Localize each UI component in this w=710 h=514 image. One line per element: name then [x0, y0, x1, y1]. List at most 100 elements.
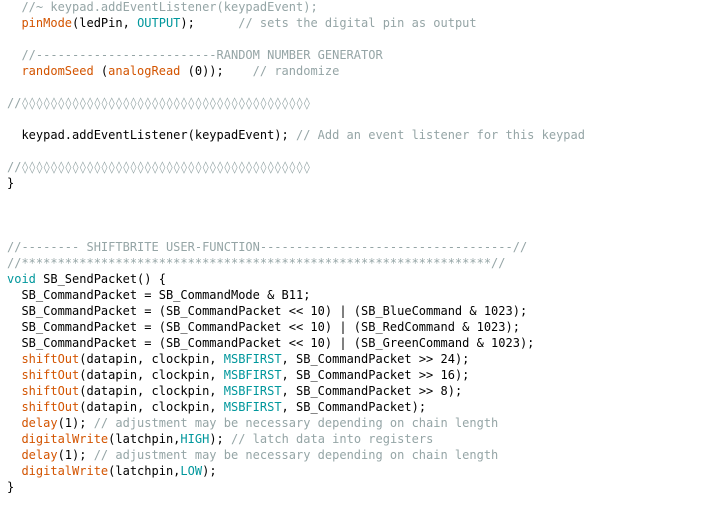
code-token-constant: MSBFIRST [223, 400, 282, 414]
code-token-comment: // sets the digital pin as output [238, 16, 477, 30]
code-token-plain: keypad.addEventListener(keypadEvent); [7, 128, 296, 142]
code-token-plain: (datapin, clockpin, [79, 352, 224, 366]
code-line: SB_CommandPacket = (SB_CommandPacket << … [7, 319, 585, 335]
code-line: //◊◊◊◊◊◊◊◊◊◊◊◊◊◊◊◊◊◊◊◊◊◊◊◊◊◊◊◊◊◊◊◊◊◊◊◊◊◊… [7, 95, 585, 111]
code-token-plain: (datapin, clockpin, [79, 368, 224, 382]
code-token-comment: // adjustment may be necessary depending… [93, 416, 499, 430]
code-token-plain: (datapin, clockpin, [79, 384, 224, 398]
code-line: //-------------------------RANDOM NUMBER… [7, 47, 585, 63]
code-line: void SB_SendPacket() { [7, 271, 585, 287]
code-line: shiftOut(datapin, clockpin, MSBFIRST, SB… [7, 399, 585, 415]
code-line: shiftOut(datapin, clockpin, MSBFIRST, SB… [7, 367, 585, 383]
code-line: SB_CommandPacket = (SB_CommandPacket << … [7, 335, 585, 351]
code-token-plain: } [7, 480, 15, 494]
code-line: digitalWrite(latchpin,HIGH); // latch da… [7, 431, 585, 447]
code-token-plain: SB_SendPacket() { [35, 272, 166, 286]
code-line: SB_CommandPacket = SB_CommandMode & B11; [7, 287, 585, 303]
code-line: //**************************************… [7, 255, 585, 271]
code-line: } [7, 175, 585, 191]
code-token-comment: //-------- SHIFTBRITE USER-FUNCTION-----… [7, 240, 528, 254]
code-token-plain: ( [93, 64, 109, 78]
code-token-comment: // Add an event listener for this keypad [295, 128, 585, 142]
code-line: //~ keypad.addEventListener(keypadEvent)… [7, 0, 585, 15]
code-token-constant: MSBFIRST [223, 352, 282, 366]
code-token-plain: SB_CommandPacket = (SB_CommandPacket << … [7, 304, 528, 318]
code-token-function: shiftOut [21, 352, 80, 366]
code-line: keypad.addEventListener(keypadEvent); //… [7, 127, 585, 143]
code-token-plain: SB_CommandPacket = (SB_CommandPacket << … [7, 320, 520, 334]
code-line: } [7, 479, 585, 495]
code-token-plain: (latchpin, [108, 464, 181, 478]
code-text[interactable]: //~ keypad.addEventListener(keypadEvent)… [7, 0, 585, 495]
code-line: shiftOut(datapin, clockpin, MSBFIRST, SB… [7, 383, 585, 399]
code-token-type: void [7, 272, 36, 286]
code-line: pinMode(ledPin, OUTPUT); // sets the dig… [7, 15, 585, 31]
code-token-function: digitalWrite [21, 432, 109, 446]
code-token-function: delay [21, 416, 58, 430]
code-token-plain: ); [209, 432, 231, 446]
code-token-plain: SB_CommandPacket = (SB_CommandPacket << … [7, 336, 535, 350]
code-token-function: digitalWrite [21, 464, 109, 478]
code-line: delay(1); // adjustment may be necessary… [7, 447, 585, 463]
code-token-plain: , SB_CommandPacket >> 8); [281, 384, 463, 398]
code-token-plain: (0)); [180, 64, 253, 78]
code-token-plain: , SB_CommandPacket >> 16); [281, 368, 470, 382]
code-token-comment: // adjustment may be necessary depending… [93, 448, 499, 462]
code-token-plain: ); [202, 464, 217, 478]
code-line: //◊◊◊◊◊◊◊◊◊◊◊◊◊◊◊◊◊◊◊◊◊◊◊◊◊◊◊◊◊◊◊◊◊◊◊◊◊◊… [7, 159, 585, 175]
code-token-comment: //~ keypad.addEventListener(keypadEvent)… [21, 0, 318, 14]
code-token-comment: //**************************************… [7, 256, 506, 270]
code-line: shiftOut(datapin, clockpin, MSBFIRST, SB… [7, 351, 585, 367]
code-token-plain: (1); [57, 416, 94, 430]
code-token-plain: SB_CommandPacket = SB_CommandMode & B11; [7, 288, 311, 302]
code-line: digitalWrite(latchpin,LOW); [7, 463, 585, 479]
code-token-constant: MSBFIRST [223, 368, 282, 382]
code-token-comment: //◊◊◊◊◊◊◊◊◊◊◊◊◊◊◊◊◊◊◊◊◊◊◊◊◊◊◊◊◊◊◊◊◊◊◊◊◊◊… [7, 96, 311, 110]
code-token-function: shiftOut [21, 368, 80, 382]
code-token-plain: , SB_CommandPacket >> 24); [281, 352, 470, 366]
code-token-function: randomSeed [21, 64, 94, 78]
code-token-function: delay [21, 448, 58, 462]
code-line: randomSeed (analogRead (0)); // randomiz… [7, 63, 585, 79]
code-line: //-------- SHIFTBRITE USER-FUNCTION-----… [7, 239, 585, 255]
code-token-plain: } [7, 176, 15, 190]
code-token-plain: , SB_CommandPacket); [281, 400, 427, 414]
code-token-function: shiftOut [21, 384, 80, 398]
code-token-constant: LOW [180, 464, 203, 478]
code-token-comment: //-------------------------RANDOM NUMBER… [21, 48, 383, 62]
code-token-constant: HIGH [180, 432, 210, 446]
code-token-constant: MSBFIRST [223, 384, 282, 398]
code-editor[interactable]: //~ keypad.addEventListener(keypadEvent)… [0, 0, 710, 514]
code-token-comment: //◊◊◊◊◊◊◊◊◊◊◊◊◊◊◊◊◊◊◊◊◊◊◊◊◊◊◊◊◊◊◊◊◊◊◊◊◊◊… [7, 160, 311, 174]
code-token-plain: (latchpin, [108, 432, 181, 446]
code-token-comment: // latch data into registers [231, 432, 434, 446]
code-token-function: pinMode [21, 16, 73, 30]
code-token-plain: (1); [57, 448, 94, 462]
code-token-comment: // randomize [252, 64, 340, 78]
code-line: delay(1); // adjustment may be necessary… [7, 415, 585, 431]
code-token-function: shiftOut [21, 400, 80, 414]
code-line: SB_CommandPacket = (SB_CommandPacket << … [7, 303, 585, 319]
code-token-plain: ); [180, 16, 239, 30]
code-token-function: analogRead [108, 64, 181, 78]
code-token-plain: (ledPin, [72, 16, 138, 30]
